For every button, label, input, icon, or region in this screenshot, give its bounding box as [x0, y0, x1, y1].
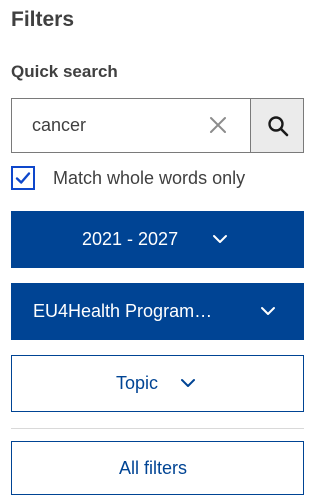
match-whole-words-row: Match whole words only	[11, 166, 301, 190]
programme-dropdown[interactable]: EU4Health Program…	[11, 283, 304, 340]
quick-search-box	[11, 98, 304, 153]
divider	[11, 428, 304, 429]
search-icon	[268, 116, 289, 137]
chevron-down-icon	[181, 379, 195, 387]
topic-dropdown-label: Topic	[116, 373, 159, 393]
period-dropdown-label: 2021 - 2027	[82, 229, 179, 249]
close-icon	[210, 117, 226, 133]
checkmark-icon	[15, 172, 31, 184]
match-whole-words-checkbox[interactable]	[11, 166, 35, 190]
all-filters-button[interactable]: All filters	[11, 441, 304, 495]
chevron-down-icon	[213, 235, 227, 243]
filters-title: Filters	[11, 8, 75, 31]
all-filters-label: All filters	[119, 458, 188, 478]
quick-search-heading: Quick search	[11, 62, 118, 81]
topic-dropdown[interactable]: Topic	[11, 355, 304, 412]
filters-panel: Filters Quick search Match whole words o…	[0, 0, 308, 498]
period-dropdown[interactable]: 2021 - 2027	[11, 211, 304, 268]
search-button[interactable]	[250, 98, 304, 153]
programme-dropdown-label: EU4Health Program…	[33, 301, 213, 321]
match-whole-words-label: Match whole words only	[53, 168, 246, 188]
chevron-down-icon	[261, 307, 275, 315]
clear-search-button[interactable]	[206, 113, 230, 137]
